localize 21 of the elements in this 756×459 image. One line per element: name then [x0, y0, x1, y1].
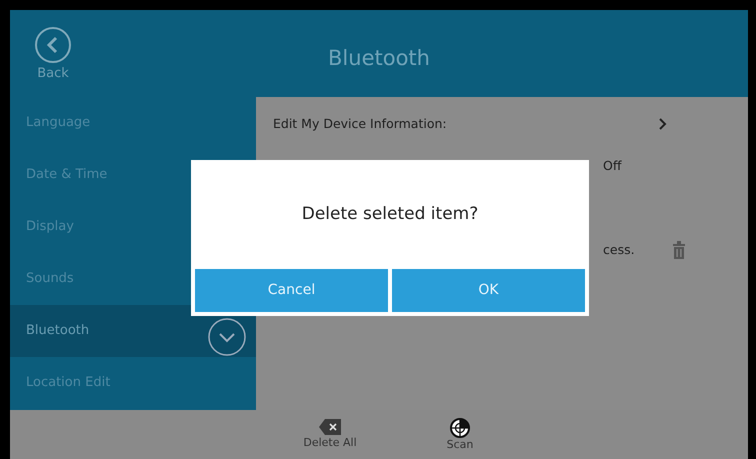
- back-icon: [34, 26, 72, 64]
- globe-icon: [450, 418, 470, 438]
- backspace-icon: [319, 418, 341, 436]
- chevron-down-circle-icon[interactable]: [207, 317, 247, 357]
- sidebar-item[interactable]: Date & Time: [10, 149, 256, 201]
- scan-button[interactable]: Scan: [430, 410, 490, 459]
- setting-label: Edit My Device Information:: [273, 114, 447, 133]
- cancel-button[interactable]: Cancel: [195, 269, 388, 312]
- trash-icon[interactable]: [672, 241, 685, 259]
- device-text: cess.: [603, 240, 635, 259]
- page-title: Bluetooth: [327, 45, 431, 72]
- delete-all-button[interactable]: Delete All: [300, 410, 360, 459]
- sidebar-item[interactable]: Bluetooth: [10, 305, 256, 357]
- setting-value: Off: [603, 157, 622, 175]
- sidebar-item[interactable]: Location Edit: [10, 357, 256, 409]
- sidebar-item[interactable]: Language: [10, 97, 256, 149]
- back-button[interactable]: Back: [10, 10, 96, 97]
- sidebar-item[interactable]: Display: [10, 201, 256, 253]
- ok-button[interactable]: OK: [392, 269, 585, 312]
- dialog-message: Delete seleted item?: [300, 202, 480, 226]
- chevron-right-icon[interactable]: [658, 118, 667, 130]
